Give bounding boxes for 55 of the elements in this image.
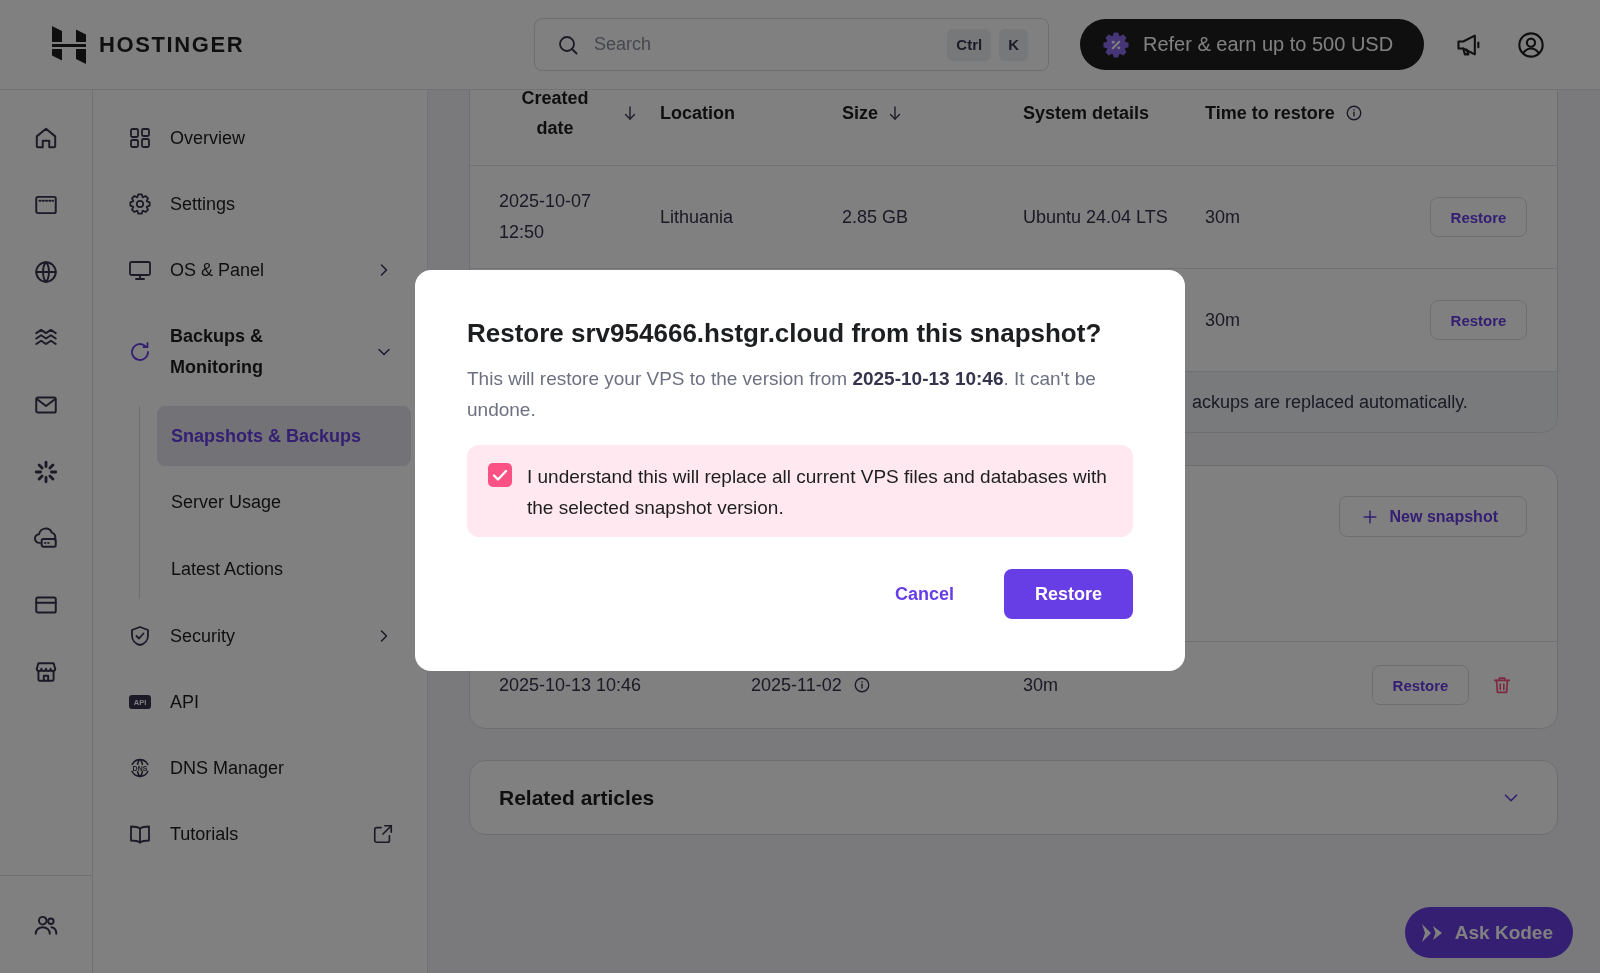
table-cell-text: 2025-10-07 12:50	[499, 190, 593, 244]
table-cell-text: 2.85 GB	[842, 205, 909, 229]
refresh-icon	[128, 339, 152, 364]
dialog-title: Restore srv954666.hstgr.cloud from this snapshot?	[467, 317, 1103, 349]
restore-button[interactable]: Restore	[1430, 197, 1527, 237]
globe-icon[interactable]	[33, 258, 59, 285]
sidebar-subitem[interactable]: Server Usage	[157, 472, 411, 533]
checkbox[interactable]	[488, 463, 512, 487]
restore-button[interactable]: Restore	[1004, 569, 1133, 619]
sidebar-item[interactable]: OS & Panel	[93, 237, 427, 303]
column-header: Size	[842, 102, 879, 125]
table-cell-text: 30m	[1205, 205, 1240, 229]
info-icon[interactable]	[1344, 104, 1363, 122]
note-text: ackups are replaced automatically.	[1192, 391, 1468, 413]
table-cell-text: 30m	[1023, 673, 1058, 697]
restore-button[interactable]: Restore	[1372, 665, 1469, 705]
refer-button[interactable]: Refer & earn up to 500 USD	[1080, 19, 1425, 70]
ask-kodee-button[interactable]: Ask Kodee	[1404, 907, 1573, 958]
sidebar-item[interactable]: Backups & Monitoring	[93, 303, 427, 400]
sidebar-item[interactable]: Overview	[93, 105, 427, 171]
settings-icon	[128, 192, 152, 216]
sidebar-item[interactable]: Security	[93, 603, 427, 670]
monitor-icon	[128, 258, 152, 282]
cancel-button[interactable]: Cancel	[874, 569, 974, 619]
table-cell-text: Ubuntu 24.04 LTS	[1023, 205, 1168, 229]
shortcut-key: Ctrl	[947, 28, 992, 61]
confirmation-text: I understand this will replace all current VPS files and databases with the selected snapshot version.	[527, 464, 1108, 520]
table-cell-text: Lithuania	[660, 205, 734, 229]
sidebar-subitem[interactable]: Snapshots & Backups	[157, 406, 411, 466]
grid-icon	[128, 126, 152, 150]
external-link-icon[interactable]	[372, 823, 394, 846]
info-icon[interactable]	[852, 676, 871, 694]
new-snapshot-button[interactable]: New snapshot	[1338, 496, 1527, 537]
shield-check-icon	[128, 624, 152, 649]
column-header: Time to restore	[1205, 102, 1335, 125]
spinner-icon[interactable]	[33, 458, 59, 485]
sidebar-item[interactable]: Tutorials	[93, 801, 427, 868]
dialog-message: This will restore your VPS to the version from 2025-10-13 10:46. It can't be undone.	[467, 367, 1097, 422]
table-cell-text: 30m	[1205, 308, 1240, 332]
sidebar-item[interactable]: Settings	[93, 171, 427, 237]
column-header: Created date	[520, 90, 590, 140]
table-cell-text: 2025-11-02	[751, 673, 842, 697]
logo-icon[interactable]	[52, 25, 86, 64]
column-header: Location	[660, 102, 735, 125]
restore-button[interactable]: Restore	[1430, 300, 1527, 340]
column-header: System details	[1023, 102, 1150, 125]
sidebar-subitem[interactable]: Latest Actions	[157, 539, 411, 600]
trash-icon[interactable]	[1491, 674, 1513, 696]
logo-text[interactable]: HOSTINGER	[99, 31, 245, 58]
table-cell-text: 2025-10-13 10:46	[499, 673, 642, 697]
related-articles-card[interactable]: Related articles	[469, 760, 1558, 835]
discount-badge-icon	[1103, 31, 1129, 58]
user-icon[interactable]	[1517, 30, 1546, 59]
shortcut-key: K	[999, 28, 1028, 61]
section-title: Related articles	[499, 785, 655, 810]
